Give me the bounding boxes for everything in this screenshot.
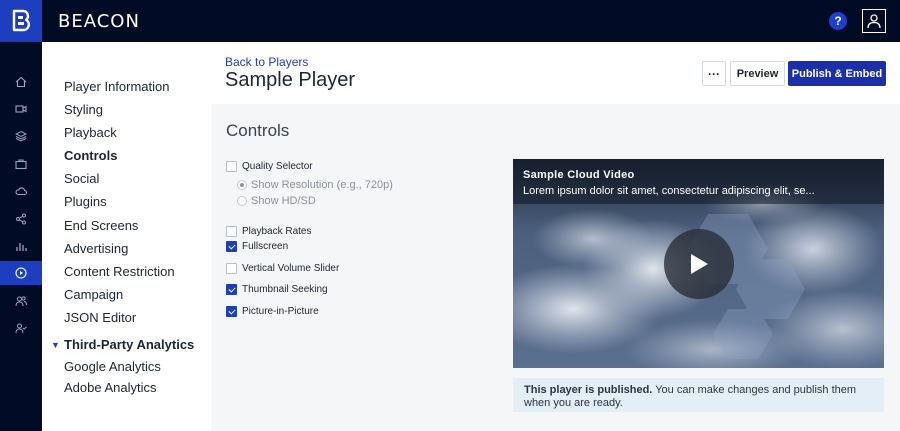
nav-end-screens[interactable]: End Screens	[64, 218, 138, 233]
rail-analytics[interactable]	[0, 234, 42, 258]
show-resolution-radio[interactable]: Show Resolution (e.g., 720p)	[237, 179, 393, 191]
share-icon	[16, 213, 26, 225]
picture-in-picture-checkbox[interactable]: Picture-in-Picture	[226, 306, 319, 317]
option-label: Playback Rates	[242, 226, 312, 237]
rail-home[interactable]	[0, 70, 42, 94]
playback-rates-checkbox[interactable]: Playback Rates	[226, 226, 311, 237]
rail-cloud[interactable]	[0, 179, 42, 203]
video-camera-icon	[15, 105, 27, 113]
video-description: Lorem ipsum dolor sit amet, consectetur …	[523, 185, 815, 197]
chevron-down-icon: ▼	[51, 339, 60, 350]
user-icon	[867, 14, 881, 29]
home-icon	[15, 76, 27, 88]
notice-heading: This player is published.	[524, 384, 653, 396]
rail-layers[interactable]	[0, 124, 42, 148]
option-label: Fullscreen	[242, 241, 289, 252]
nav-styling[interactable]: Styling	[64, 102, 103, 117]
quality-selector-checkbox[interactable]: Quality Selector	[226, 161, 313, 172]
checkbox[interactable]	[226, 226, 237, 237]
icon-rail	[0, 42, 42, 431]
rail-users[interactable]	[0, 289, 42, 313]
checkbox[interactable]	[226, 306, 237, 317]
brand-name: BEACON	[58, 11, 140, 32]
cloud-icon	[15, 187, 27, 196]
publish-embed-button[interactable]: Publish & Embed	[788, 61, 886, 86]
page-title: Sample Player	[225, 69, 356, 91]
nav-campaign[interactable]: Campaign	[64, 287, 123, 302]
nav-json-editor[interactable]: JSON Editor	[64, 310, 136, 325]
checkbox[interactable]	[226, 161, 237, 172]
checkbox[interactable]	[226, 284, 237, 295]
fullscreen-checkbox[interactable]: Fullscreen	[226, 241, 288, 252]
layers-icon	[15, 130, 27, 142]
nav-content-restriction[interactable]: Content Restriction	[64, 264, 175, 279]
preview-button[interactable]: Preview	[730, 61, 785, 86]
play-button[interactable]	[664, 229, 734, 299]
vertical-volume-slider-checkbox[interactable]: Vertical Volume Slider	[226, 263, 339, 274]
nav-playback[interactable]: Playback	[64, 125, 117, 140]
option-label: Vertical Volume Slider	[242, 263, 340, 274]
nav-group-third-party-analytics[interactable]: ▼ Third-Party Analytics	[51, 337, 194, 352]
option-label: Show HD/SD	[251, 195, 316, 207]
briefcase-icon	[15, 159, 27, 170]
analytics-icon	[16, 243, 27, 251]
nav-google-analytics[interactable]: Google Analytics	[64, 359, 161, 374]
video-title: Sample Cloud Video	[523, 169, 635, 181]
user-check-icon	[15, 323, 27, 334]
section-title: Controls	[226, 121, 290, 140]
main-content: Back to Players Sample Player ··· Previe…	[211, 42, 900, 431]
option-label: Thumbnail Seeking	[242, 284, 328, 295]
page-header: Back to Players Sample Player ··· Previe…	[211, 42, 900, 104]
help-button[interactable]: ?	[829, 12, 847, 30]
nav-adobe-analytics[interactable]: Adobe Analytics	[64, 380, 157, 395]
rail-players[interactable]	[0, 261, 42, 285]
nav-player-information[interactable]: Player Information	[64, 79, 170, 94]
users-icon	[15, 296, 27, 307]
nav-plugins[interactable]: Plugins	[64, 194, 107, 209]
nav-social[interactable]: Social	[64, 171, 99, 186]
top-bar: BEACON ?	[0, 0, 900, 42]
show-hd-sd-radio[interactable]: Show HD/SD	[237, 195, 316, 207]
checkbox[interactable]	[226, 241, 237, 252]
rail-videos[interactable]	[0, 97, 42, 121]
back-to-players-link[interactable]: Back to Players	[225, 55, 308, 69]
option-label: Quality Selector	[242, 161, 313, 172]
beacon-logo[interactable]	[0, 0, 42, 42]
video-preview[interactable]: Sample Cloud Video Lorem ipsum dolor sit…	[513, 159, 884, 368]
publish-status-notice: This player is published. You can make c…	[513, 378, 884, 412]
radio-button[interactable]	[237, 180, 247, 190]
thumbnail-seeking-checkbox[interactable]: Thumbnail Seeking	[226, 284, 328, 295]
radio-button[interactable]	[237, 196, 247, 206]
option-label: Show Resolution (e.g., 720p)	[251, 179, 393, 191]
rail-briefcase[interactable]	[0, 152, 42, 176]
rail-share[interactable]	[0, 207, 42, 231]
player-settings-nav: Player Information Styling Playback Cont…	[42, 42, 211, 431]
nav-controls[interactable]: Controls	[64, 148, 117, 163]
option-label: Picture-in-Picture	[242, 306, 319, 317]
user-account-button[interactable]	[862, 9, 886, 33]
beacon-logo-icon	[12, 9, 31, 32]
nav-advertising[interactable]: Advertising	[64, 241, 128, 256]
more-options-button[interactable]: ···	[702, 61, 726, 86]
player-icon	[15, 267, 27, 279]
nav-group-label: Third-Party Analytics	[64, 337, 195, 352]
play-icon	[691, 254, 708, 274]
checkbox[interactable]	[226, 263, 237, 274]
rail-user-admin[interactable]	[0, 316, 42, 340]
